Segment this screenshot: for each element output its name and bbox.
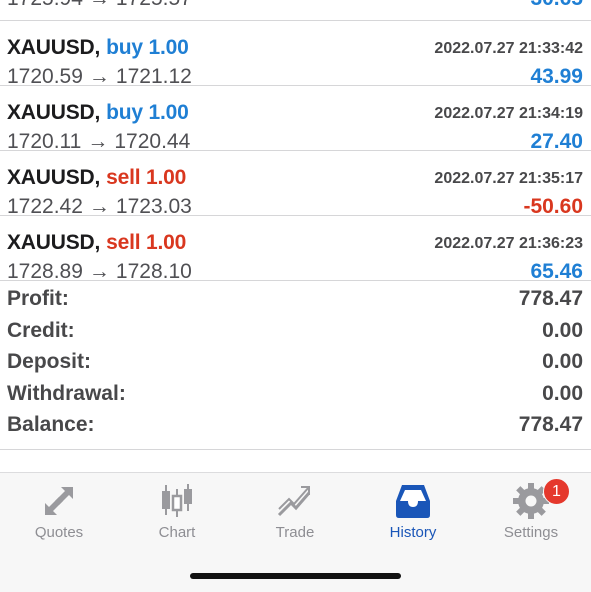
deal-side: sell (106, 231, 141, 254)
tab-label: History (389, 524, 437, 541)
deal-volume: 1.00 (148, 36, 189, 59)
deal-time: 2022.07.27 21:35:17 (434, 170, 583, 187)
deal-row[interactable]: 1725.94 → 1725.57 30.65 (0, 0, 591, 21)
deal-profit: 65.46 (530, 260, 583, 283)
deal-side: buy (106, 36, 143, 59)
trade-line-icon (277, 486, 311, 517)
summary-row-credit: Credit: 0.00 (0, 317, 591, 349)
summary-value: 778.47 (518, 287, 583, 310)
candlestick-chart-icon (162, 484, 192, 517)
summary-row-balance: Balance: 778.47 (0, 411, 591, 443)
deal-symbol: XAUUSD, (7, 36, 101, 59)
deal-row[interactable]: XAUUSD, sell 1.00 2022.07.27 21:35:17 172… (0, 151, 591, 218)
close-price: 1721.12 (115, 65, 192, 88)
summary-row-profit: Profit: 778.47 (0, 285, 591, 317)
open-price: 1725.94 (7, 0, 83, 10)
divider (0, 449, 591, 450)
tab-label: Chart (158, 524, 196, 541)
summary-label: Profit: (7, 287, 69, 310)
deal-time: 2022.07.27 21:34:19 (434, 105, 583, 122)
summary-row-withdrawal: Withdrawal: 0.00 (0, 380, 591, 412)
open-price: 1728.89 (7, 260, 83, 283)
deal-list: 1725.94→1725.57 30.65 XAUUSD,buy 1.00 20… (0, 0, 591, 284)
open-price: 1720.11 (7, 130, 82, 153)
settings-notification-badge: 1 (543, 478, 570, 505)
summary-value: 0.00 (542, 318, 583, 342)
close-price: 1723.03 (115, 195, 192, 218)
tab-label: Settings (503, 524, 559, 541)
home-indicator[interactable] (190, 573, 401, 579)
deal-symbol: XAUUSD, (7, 101, 101, 124)
close-price: 1720.44 (114, 130, 191, 153)
deal-volume: 1.00 (148, 101, 189, 124)
tab-chart[interactable]: Chart (118, 473, 236, 553)
deal-title: XAUUSD, sell 1.00 (7, 166, 186, 190)
summary-label: Deposit: (7, 350, 91, 373)
arrow-icon: → (88, 65, 110, 88)
deal-row[interactable]: XAUUSD, buy 1.00 2022.07.27 21:34:19 1720… (0, 86, 591, 153)
deal-title: XAUUSD, sell 1.00 (7, 231, 186, 255)
deal-symbol: XAUUSD, (7, 166, 101, 189)
summary-value: 0.00 (542, 350, 583, 373)
inbox-tray-icon (396, 485, 430, 518)
open-price: 1720.59 (7, 65, 83, 88)
deal-symbol: XAUUSD, (7, 231, 101, 254)
tab-quotes[interactable]: Quotes (0, 473, 118, 553)
deal-prices: 1728.89 → 1728.10 (7, 260, 192, 284)
deal-row[interactable]: XAUUSD, buy 1.00 2022.07.27 21:33:42 1720… (0, 21, 591, 88)
tab-trade[interactable]: Trade (236, 473, 354, 553)
summary-value: 778.47 (518, 413, 583, 436)
deal-row[interactable]: XAUUSD, sell 1.00 2022.07.27 21:36:23 172… (0, 216, 591, 284)
summary-label: Withdrawal: (7, 381, 126, 405)
deal-profit: 30.65 (530, 0, 583, 11)
deal-time: 2022.07.27 21:33:42 (434, 40, 583, 57)
arrow-icon: → (87, 130, 109, 153)
tab-label: Trade (275, 524, 315, 541)
arrow-icon: → (88, 260, 110, 283)
deal-volume: 1.00 (146, 231, 187, 254)
tab-settings[interactable]: Settings (472, 473, 590, 553)
quotes-arrows-icon (45, 487, 73, 515)
deal-side: buy (106, 101, 143, 124)
tab-label: Quotes (34, 524, 84, 541)
close-price: 1728.10 (115, 260, 192, 283)
arrow-icon: → (88, 195, 110, 218)
open-price: 1722.42 (7, 195, 83, 218)
deal-side: sell (106, 166, 141, 189)
deal-title: XAUUSD, buy 1.00 (7, 101, 189, 125)
summary-row-deposit: Deposit: 0.00 (0, 348, 591, 380)
summary-label: Credit: (7, 318, 75, 342)
summary-value: 0.00 (542, 381, 583, 405)
deal-time: 2022.07.27 21:36:23 (434, 235, 583, 252)
deal-title: XAUUSD, buy 1.00 (7, 36, 189, 60)
account-summary: Profit: 778.47 Credit: 0.00 Deposit: 0.00 W… (0, 285, 591, 443)
arrow-icon: → (89, 0, 110, 10)
close-price: 1725.57 (116, 0, 192, 10)
tab-history[interactable]: History (354, 473, 472, 553)
deal-prices: 1725.94 → 1725.57 (7, 0, 192, 11)
summary-label: Balance: (7, 413, 95, 436)
deal-volume: 1.00 (146, 166, 187, 189)
